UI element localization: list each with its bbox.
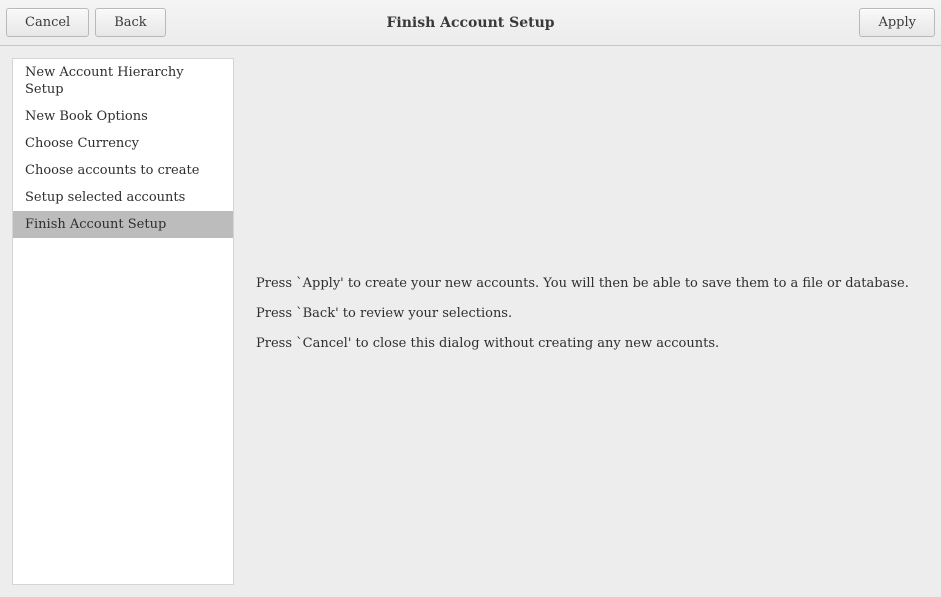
header-buttons-left: Cancel Back (6, 8, 166, 37)
body-wrap: New Account Hierarchy Setup New Book Opt… (0, 46, 941, 597)
header-buttons-right: Apply (859, 8, 935, 37)
cancel-button[interactable]: Cancel (6, 8, 89, 37)
header-bar: Cancel Back Finish Account Setup Apply (0, 0, 941, 46)
content-text: Press `Apply' to create your new account… (256, 274, 911, 364)
sidebar-item-choose-accounts[interactable]: Choose accounts to create (13, 157, 233, 184)
sidebar-item-new-book-options[interactable]: New Book Options (13, 103, 233, 130)
back-button[interactable]: Back (95, 8, 165, 37)
main-pane: Press `Apply' to create your new account… (234, 58, 929, 585)
instruction-apply: Press `Apply' to create your new account… (256, 274, 911, 294)
sidebar-item-setup-accounts[interactable]: Setup selected accounts (13, 184, 233, 211)
wizard-sidebar: New Account Hierarchy Setup New Book Opt… (12, 58, 234, 585)
instruction-cancel: Press `Cancel' to close this dialog with… (256, 334, 911, 354)
sidebar-item-new-account-hierarchy[interactable]: New Account Hierarchy Setup (13, 59, 233, 103)
apply-button[interactable]: Apply (859, 8, 935, 37)
sidebar-item-choose-currency[interactable]: Choose Currency (13, 130, 233, 157)
sidebar-item-finish-setup[interactable]: Finish Account Setup (13, 211, 233, 238)
instruction-back: Press `Back' to review your selections. (256, 304, 911, 324)
